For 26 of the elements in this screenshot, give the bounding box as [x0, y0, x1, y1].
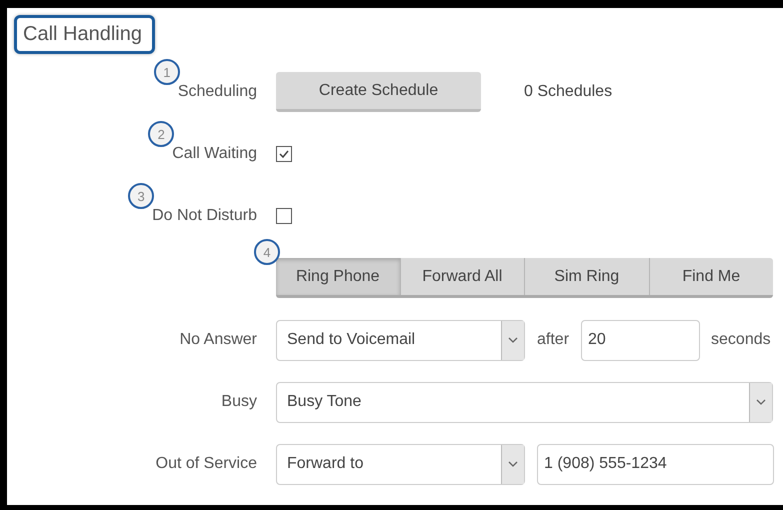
tab[interactable]: Ring Phone [276, 258, 400, 295]
checkbox[interactable] [276, 146, 292, 162]
field-label: Out of Service [156, 455, 257, 473]
chevron-down-icon [508, 461, 518, 467]
callout-number: 4 [254, 239, 280, 265]
dropdown[interactable]: Send to Voicemail [276, 320, 525, 360]
tab[interactable]: Forward All [400, 258, 525, 295]
callout-number: 3 [128, 183, 154, 209]
callout-number: 1 [154, 59, 180, 85]
tab[interactable]: Sim Ring [525, 258, 650, 295]
callout-number: 2 [148, 121, 174, 147]
after-label: after [537, 331, 570, 349]
unit-label: seconds [711, 331, 771, 349]
chevron-down-icon [508, 337, 518, 343]
tab[interactable]: Find Me [650, 258, 773, 295]
schedule-count: 0 Schedules [524, 83, 612, 101]
phone-number-field[interactable]: 1 (908) 555-1234 [537, 444, 774, 484]
field-label: No Answer [180, 331, 257, 349]
checkbox[interactable] [276, 208, 292, 224]
dropdown[interactable]: Busy Tone [276, 382, 773, 422]
create-schedule-button[interactable]: Create Schedule [276, 72, 481, 112]
section-title: Call Handling [14, 15, 155, 54]
seconds-field[interactable]: 20 [581, 320, 700, 360]
field-label: Busy [221, 393, 257, 411]
dropdown[interactable]: Forward to [276, 444, 525, 484]
chevron-down-icon [756, 399, 766, 405]
